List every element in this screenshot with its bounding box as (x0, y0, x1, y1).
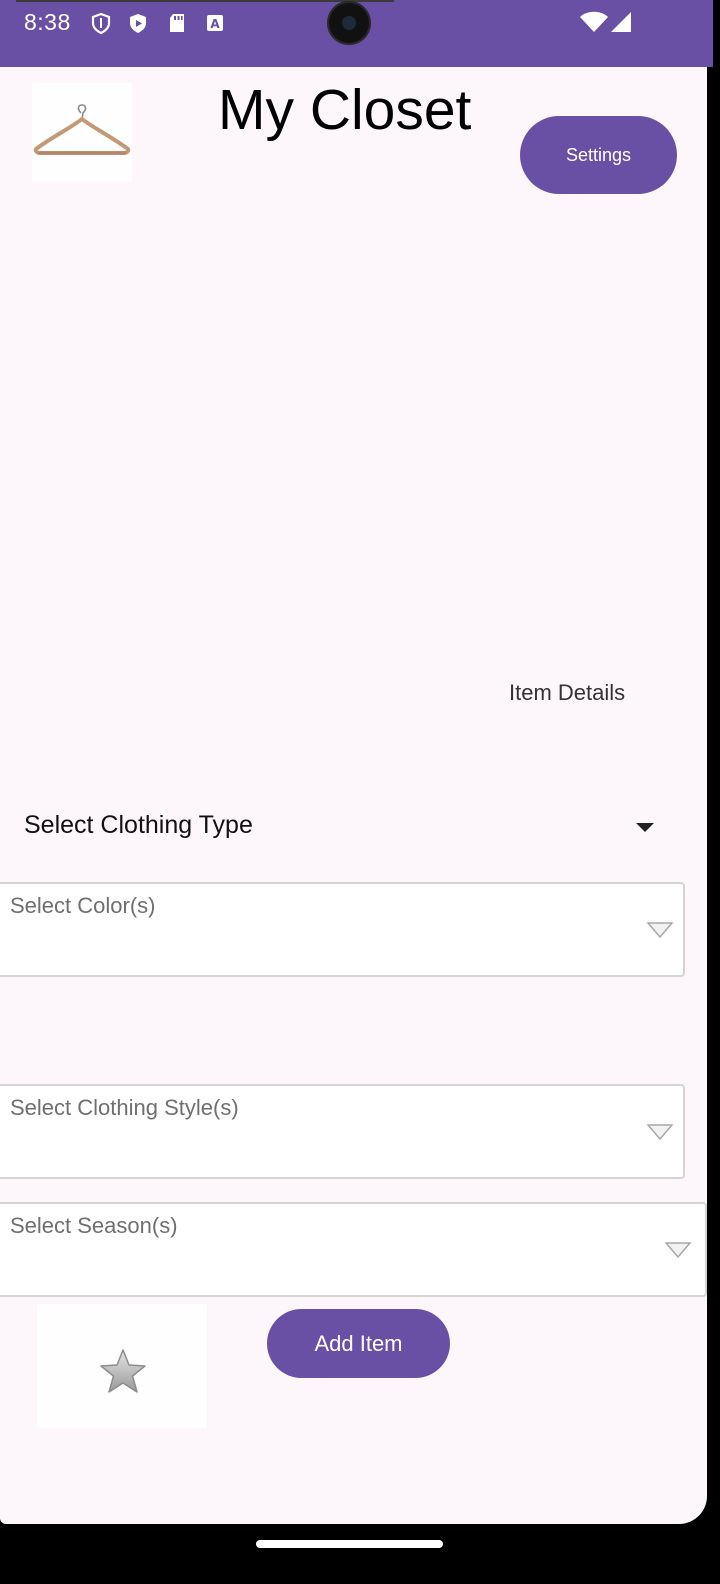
top-divider (16, 0, 394, 2)
add-item-button[interactable]: Add Item (267, 1309, 450, 1378)
season-select[interactable]: Select Season(s) (0, 1202, 707, 1297)
item-details-label: Item Details (509, 680, 626, 705)
season-select-label: Select Season(s) (10, 1213, 178, 1238)
star-icon (100, 1349, 146, 1393)
color-select[interactable]: Select Color(s) (0, 882, 685, 977)
home-indicator[interactable] (256, 1540, 443, 1548)
camera-lens (342, 16, 356, 30)
chevron-down-icon (647, 922, 673, 938)
sd-card-icon (170, 14, 184, 32)
settings-button[interactable]: Settings (520, 116, 677, 194)
logo (32, 83, 132, 181)
wifi-icon (580, 11, 608, 32)
signal-icon (611, 12, 631, 32)
color-select-label: Select Color(s) (10, 893, 156, 918)
chevron-down-icon (647, 1124, 673, 1140)
play-protect-icon (130, 14, 146, 33)
hanger-icon (33, 104, 131, 155)
clothing-type-label: Select Clothing Type (24, 811, 253, 839)
dropdown-arrow-icon (636, 823, 654, 832)
shield-icon (91, 12, 111, 34)
clothing-style-select-label: Select Clothing Style(s) (10, 1095, 239, 1120)
svg-text:A: A (210, 17, 220, 31)
favorite-toggle[interactable] (37, 1304, 207, 1428)
front-camera (327, 1, 371, 45)
text-a-icon: A (207, 15, 223, 31)
status-bar: 8:38 A (0, 0, 713, 67)
phone-screen: 8:38 A My Closet Settings Item Details S… (0, 0, 713, 1584)
page-title: My Closet (218, 78, 472, 142)
clothing-style-select[interactable]: Select Clothing Style(s) (0, 1084, 685, 1179)
app-content: My Closet Settings Item Details Select C… (0, 67, 707, 1524)
status-time: 8:38 (24, 9, 71, 35)
clothing-type-dropdown[interactable]: Select Clothing Type (0, 797, 680, 857)
chevron-down-icon (665, 1242, 691, 1258)
